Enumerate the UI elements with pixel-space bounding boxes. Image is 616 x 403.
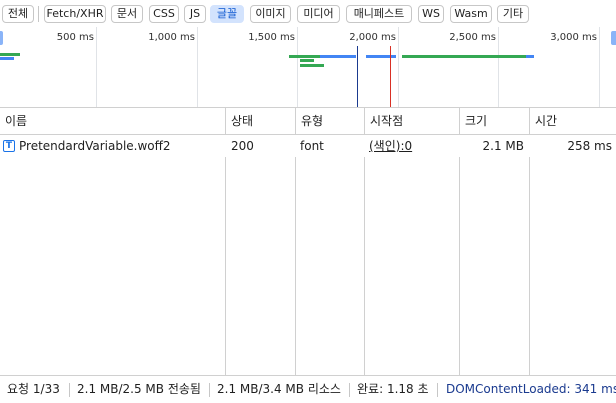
grid-line xyxy=(498,27,499,107)
column-header-type[interactable]: 유형 xyxy=(296,108,364,134)
request-bar xyxy=(0,53,20,56)
request-count: 요청 1/33 xyxy=(7,382,60,396)
grid-line xyxy=(297,27,298,107)
request-bar xyxy=(320,55,356,58)
grid-line xyxy=(197,27,198,107)
summary-separator xyxy=(209,383,210,397)
request-time: 258 ms xyxy=(567,139,612,153)
dom-content-loaded-time: DOMContentLoaded: 341 ms xyxy=(446,382,616,396)
load-event-marker xyxy=(390,46,391,107)
request-status: 200 xyxy=(231,139,254,153)
filter-media-button[interactable]: 미디어 xyxy=(297,5,340,23)
request-bar xyxy=(366,55,396,58)
tick-label: 500 ms xyxy=(56,32,94,43)
dom-content-loaded-marker xyxy=(357,46,358,107)
grid-line xyxy=(599,27,600,107)
resource-type-filter-bar: 전체 Fetch/XHR 문서 CSS JS 글꼴 이미지 미디어 매니페스트 … xyxy=(0,0,616,27)
summary-separator xyxy=(349,383,350,397)
finish-time: 완료: 1.18 초 xyxy=(357,382,429,396)
font-file-icon: T xyxy=(3,140,15,152)
request-type: font xyxy=(300,139,324,153)
filter-font-button[interactable]: 글꼴 xyxy=(210,5,244,23)
request-bar xyxy=(300,64,324,67)
tick-label: 1,000 ms xyxy=(148,32,195,43)
filter-all-button[interactable]: 전체 xyxy=(2,5,34,23)
filter-fetch-xhr-button[interactable]: Fetch/XHR xyxy=(44,5,106,23)
transferred-size: 2.1 MB/2.5 MB 전송됨 xyxy=(77,382,201,396)
column-header-status[interactable]: 상태 xyxy=(226,108,295,134)
filter-manifest-button[interactable]: 매니페스트 xyxy=(346,5,412,23)
filter-separator xyxy=(38,6,39,22)
network-summary-bar: 요청 1/33 2.1 MB/2.5 MB 전송됨 2.1 MB/3.4 MB … xyxy=(0,375,616,403)
request-bar xyxy=(526,55,534,58)
filter-css-button[interactable]: CSS xyxy=(149,5,179,23)
filter-doc-button[interactable]: 문서 xyxy=(111,5,143,23)
network-overview-timeline[interactable]: 500 ms 1,000 ms 1,500 ms 2,000 ms 2,500 … xyxy=(0,27,616,108)
request-table: 이름 상태 유형 시작점 크기 시간 T PretendardVariable.… xyxy=(0,108,616,375)
filter-img-button[interactable]: 이미지 xyxy=(250,5,291,23)
resources-size: 2.1 MB/3.4 MB 리소스 xyxy=(217,382,341,396)
column-header-time[interactable]: 시간 xyxy=(530,108,616,134)
column-header-initiator[interactable]: 시작점 xyxy=(365,108,459,134)
overview-left-handle[interactable] xyxy=(0,31,3,45)
summary-separator xyxy=(69,383,70,397)
tick-label: 3,000 ms xyxy=(550,32,597,43)
grid-line xyxy=(96,27,97,107)
filter-js-button[interactable]: JS xyxy=(184,5,206,23)
request-size: 2.1 MB xyxy=(482,139,524,153)
tick-label: 2,500 ms xyxy=(449,32,496,43)
filter-ws-button[interactable]: WS xyxy=(418,5,444,23)
filter-other-button[interactable]: 기타 xyxy=(497,5,529,23)
request-bar xyxy=(402,55,534,58)
summary-separator xyxy=(437,383,438,397)
overview-right-handle[interactable] xyxy=(611,31,616,45)
request-bar xyxy=(300,59,314,62)
column-header-size[interactable]: 크기 xyxy=(460,108,529,134)
tick-label: 1,500 ms xyxy=(248,32,295,43)
table-row[interactable]: T PretendardVariable.woff2 200 font (색인)… xyxy=(0,135,616,157)
request-initiator-link[interactable]: (색인):0 xyxy=(369,135,457,157)
request-name[interactable]: PretendardVariable.woff2 xyxy=(19,135,223,157)
request-bar xyxy=(0,57,14,60)
tick-label: 2,000 ms xyxy=(349,32,396,43)
filter-wasm-button[interactable]: Wasm xyxy=(450,5,492,23)
grid-line xyxy=(398,27,399,107)
column-header-name[interactable]: 이름 xyxy=(0,108,225,134)
table-header: 이름 상태 유형 시작점 크기 시간 xyxy=(0,108,616,135)
